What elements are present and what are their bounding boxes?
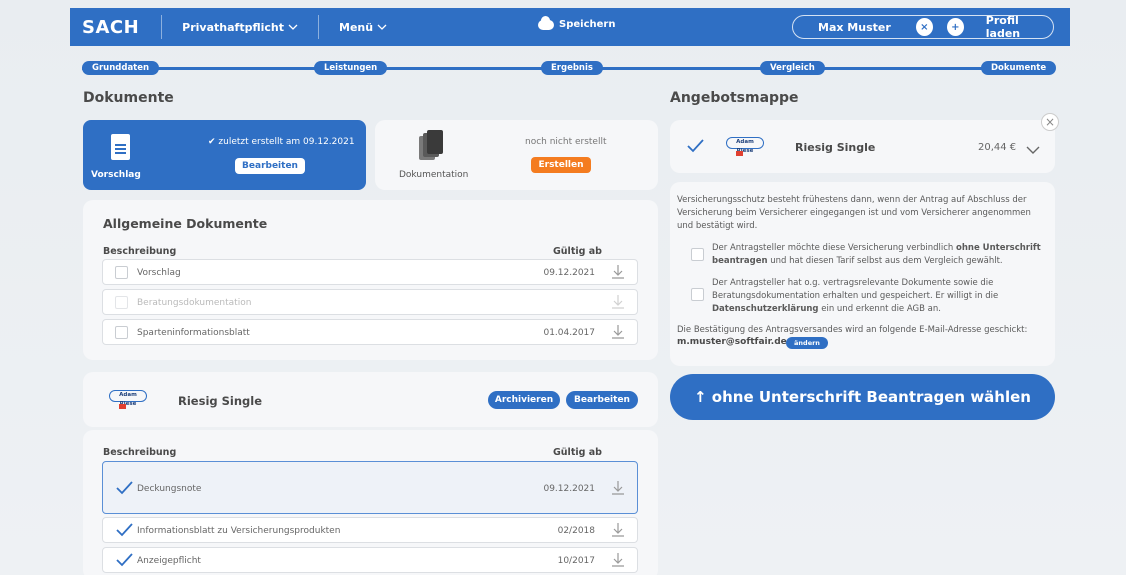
dokumentation-card: noch nicht erstellt Erstellen Dokumentat… bbox=[375, 120, 658, 190]
insurer-logo: Adam Riese bbox=[726, 137, 766, 163]
row-label: Vorschlag bbox=[137, 268, 181, 278]
row-date: 02/2018 bbox=[557, 526, 595, 536]
row-date: 01.04.2017 bbox=[543, 328, 595, 338]
table-row[interactable]: Informationsblatt zu Versicherungsproduk… bbox=[102, 517, 638, 543]
create-dokumentation-button[interactable]: Erstellen bbox=[531, 157, 591, 173]
offer-price: 20,44 € bbox=[978, 142, 1017, 153]
download-icon[interactable] bbox=[611, 552, 625, 568]
dokumentation-status: noch nicht erstellt bbox=[525, 137, 607, 147]
col-valid-from: Gültig ab bbox=[553, 447, 602, 458]
change-email-button[interactable]: ändern bbox=[786, 337, 828, 349]
consent-text-1: Der Antragsteller möchte diese Versicher… bbox=[712, 243, 1041, 266]
row-label: Beratungsdokumentation bbox=[137, 298, 252, 308]
row-checkbox[interactable] bbox=[115, 266, 128, 279]
check-icon[interactable] bbox=[115, 552, 133, 568]
submit-without-signature-button[interactable]: ↑ ohne Unterschrift Beantragen wählen bbox=[670, 374, 1055, 420]
cloud-icon bbox=[538, 15, 554, 30]
load-profile-plus-icon[interactable]: + bbox=[946, 18, 964, 36]
dokumentation-label: Dokumentation bbox=[399, 170, 469, 180]
confirmation-email: m.muster@softfair.de bbox=[677, 337, 787, 347]
row-date: 10/2017 bbox=[557, 556, 595, 566]
insurer-logo-text: Adam Riese bbox=[109, 390, 147, 407]
product-name: Riesig Single bbox=[178, 394, 263, 408]
row-label: Informationsblatt zu Versicherungsproduk… bbox=[137, 526, 341, 536]
vorschlag-label: Vorschlag bbox=[91, 170, 141, 180]
chevron-down-icon[interactable] bbox=[1026, 140, 1040, 159]
documents-title: Dokumente bbox=[83, 90, 174, 106]
user-name: Max Muster bbox=[818, 20, 891, 34]
documents-stack-icon bbox=[419, 130, 445, 162]
edit-vorschlag-button[interactable]: Bearbeiten bbox=[235, 158, 305, 174]
step-vergleich[interactable]: Vergleich bbox=[760, 61, 825, 75]
progress-stepper: Grunddaten Leistungen Ergebnis Vergleich… bbox=[82, 61, 1057, 75]
check-icon[interactable] bbox=[115, 522, 133, 538]
offer-product-name: Riesig Single bbox=[795, 141, 876, 154]
download-icon bbox=[611, 294, 625, 310]
row-date: 09.12.2021 bbox=[543, 268, 595, 278]
user-profile-pill: Max Muster × + Profil laden bbox=[792, 14, 1054, 40]
close-user-button[interactable]: × bbox=[915, 18, 933, 36]
insurer-logo: Adam Riese bbox=[109, 390, 149, 416]
offer-card: Adam Riese Riesig Single 20,44 € bbox=[670, 120, 1055, 173]
main-menu[interactable]: Menü bbox=[339, 21, 387, 34]
header-divider bbox=[161, 15, 163, 39]
table-row[interactable]: Sparteninformationsblatt 01.04.2017 bbox=[102, 319, 638, 345]
save-button[interactable]: Speichern bbox=[538, 15, 616, 30]
general-documents-title: Allgemeine Dokumente bbox=[103, 216, 268, 231]
header-divider bbox=[318, 15, 319, 39]
application-info-card: Versicherungsschutz besteht frühestens d… bbox=[670, 182, 1055, 366]
vorschlag-card[interactable]: ✔ zuletzt erstellt am 09.12.2021 Bearbei… bbox=[83, 120, 366, 190]
product-menu[interactable]: Privathaftpflicht bbox=[182, 21, 298, 34]
main-menu-label: Menü bbox=[339, 20, 374, 34]
download-icon[interactable] bbox=[611, 480, 625, 496]
table-row: Beratungsdokumentation bbox=[102, 289, 638, 315]
download-icon[interactable] bbox=[611, 522, 625, 538]
offer-check-icon[interactable] bbox=[686, 138, 704, 154]
table-row[interactable]: Anzeigepflicht 10/2017 bbox=[102, 547, 638, 573]
col-valid-from: Gültig ab bbox=[553, 246, 602, 257]
step-dokumente[interactable]: Dokumente bbox=[981, 61, 1057, 75]
coverage-info-text: Versicherungsschutz besteht frühestens d… bbox=[677, 195, 1031, 231]
document-icon bbox=[111, 134, 130, 160]
app-logo[interactable]: SACH bbox=[82, 17, 139, 38]
insurer-logo-text: Adam Riese bbox=[726, 137, 764, 154]
edit-product-button[interactable]: Bearbeiten bbox=[566, 391, 638, 409]
offer-folder-title: Angebotsmappe bbox=[670, 90, 799, 106]
row-checkbox bbox=[115, 296, 128, 309]
step-ergebnis[interactable]: Ergebnis bbox=[541, 61, 603, 75]
remove-offer-button[interactable]: × bbox=[1041, 113, 1059, 131]
col-description: Beschreibung bbox=[103, 246, 177, 257]
insurer-logo-flag bbox=[119, 404, 126, 409]
vorschlag-status: ✔ zuletzt erstellt am 09.12.2021 bbox=[208, 137, 355, 147]
product-menu-label: Privathaftpflicht bbox=[182, 20, 284, 34]
download-icon[interactable] bbox=[611, 264, 625, 280]
chevron-down-icon bbox=[288, 22, 298, 33]
row-date: 09.12.2021 bbox=[543, 484, 595, 494]
col-description: Beschreibung bbox=[103, 447, 177, 458]
insurer-logo-flag bbox=[736, 151, 743, 156]
top-nav-bar: SACH Privathaftpflicht Menü Speichern Ma… bbox=[70, 8, 1070, 46]
load-profile-button[interactable]: Profil laden bbox=[986, 14, 1053, 40]
row-checkbox[interactable] bbox=[115, 326, 128, 339]
table-row[interactable]: Deckungsnote 09.12.2021 bbox=[102, 461, 638, 514]
row-label: Sparteninformationsblatt bbox=[137, 328, 250, 338]
row-label: Deckungsnote bbox=[137, 484, 202, 494]
check-icon[interactable] bbox=[115, 480, 133, 496]
email-note: Die Bestätigung des Antragsversandes wir… bbox=[677, 325, 1028, 335]
step-leistungen[interactable]: Leistungen bbox=[314, 61, 388, 75]
save-label: Speichern bbox=[559, 19, 616, 30]
archive-button[interactable]: Archivieren bbox=[488, 391, 560, 409]
consent-text-2: Der Antragsteller hat o.g. vertragsrelev… bbox=[712, 278, 999, 314]
row-label: Anzeigepflicht bbox=[137, 556, 201, 566]
consent-checkbox-1[interactable] bbox=[691, 248, 704, 261]
download-icon[interactable] bbox=[611, 324, 625, 340]
table-row[interactable]: Vorschlag 09.12.2021 bbox=[102, 259, 638, 285]
chevron-down-icon bbox=[377, 22, 387, 33]
consent-checkbox-2[interactable] bbox=[691, 288, 704, 301]
step-grunddaten[interactable]: Grunddaten bbox=[82, 61, 160, 75]
